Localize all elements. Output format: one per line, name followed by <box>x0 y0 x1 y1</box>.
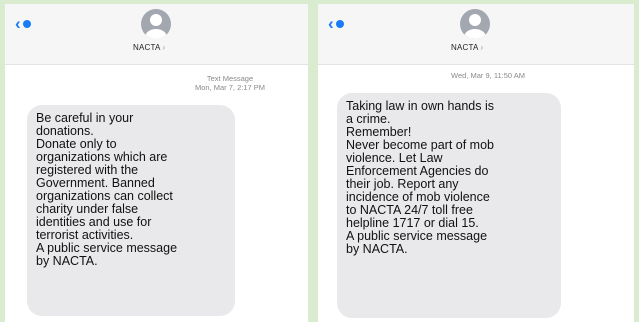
message-timestamp: Wed, Mar 9, 11:50 AM <box>393 71 583 80</box>
conversation-header: ‹ NACTA › <box>318 4 634 65</box>
back-chevron-icon: ‹ <box>328 14 334 33</box>
unread-dot-icon <box>335 19 344 28</box>
contact-avatar-icon[interactable] <box>460 9 490 39</box>
contact-name[interactable]: NACTA › <box>451 43 483 52</box>
left-message-screen: ‹ NACTA › Text Message Mon, Mar 7, 2:17 … <box>5 4 308 322</box>
conversation-header: ‹ NACTA › <box>5 4 308 65</box>
back-chevron-icon: ‹ <box>15 14 21 33</box>
unread-dot-icon <box>22 19 31 28</box>
message-date: Wed, Mar 9, 11:50 AM <box>451 71 525 80</box>
back-button[interactable]: ‹ <box>328 15 344 32</box>
message-timestamp: Text Message Mon, Mar 7, 2:17 PM <box>155 74 305 92</box>
back-button[interactable]: ‹ <box>15 15 31 32</box>
received-message-bubble[interactable]: Taking law in own hands is a crime. Reme… <box>337 93 561 318</box>
chevron-right-icon: › <box>480 43 484 52</box>
message-type-label: Text Message <box>206 74 254 83</box>
contact-avatar-icon[interactable] <box>141 9 171 39</box>
contact-name[interactable]: NACTA › <box>133 43 165 52</box>
chevron-right-icon: › <box>162 43 166 52</box>
message-line: by NACTA. <box>346 242 408 256</box>
right-message-screen: ‹ NACTA › Wed, Mar 9, 11:50 AM Taking la… <box>318 4 634 322</box>
message-line: by NACTA. <box>36 254 98 268</box>
message-date: Mon, Mar 7, 2:17 PM <box>194 83 266 92</box>
received-message-bubble[interactable]: Be careful in your donations. Donate onl… <box>27 105 235 316</box>
